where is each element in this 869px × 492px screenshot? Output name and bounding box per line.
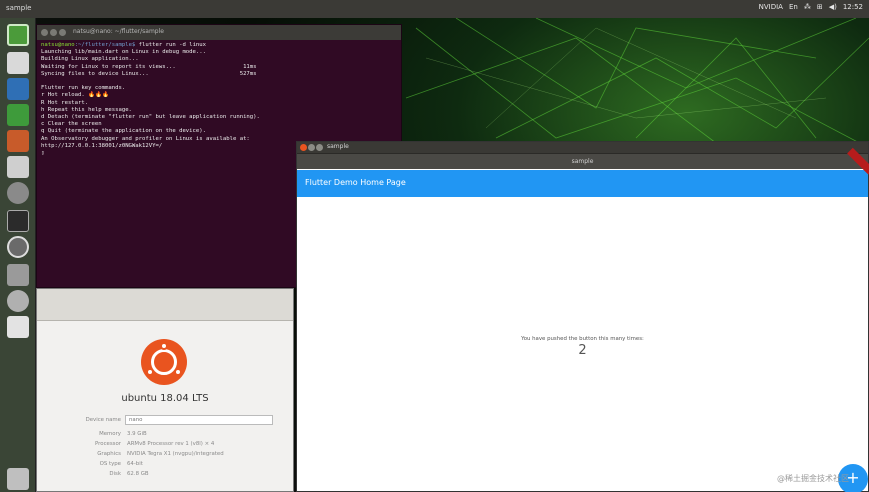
terminal-command: flutter run -d linux (135, 42, 207, 48)
terminal-line: Flutter run key commands. (41, 85, 126, 92)
device-name-label: Device name (85, 417, 121, 423)
info-value: NVIDIA Tegra X1 (nvgpu)/integrated (127, 451, 224, 457)
device-name-field[interactable]: nano (125, 415, 273, 425)
volume-icon[interactable]: ◀) (829, 3, 837, 11)
terminal-line: Launching lib/main.dart on Linux in debu… (41, 49, 207, 56)
info-label: Disk (109, 471, 121, 477)
launcher (0, 18, 36, 492)
terminal-icon[interactable] (7, 210, 29, 232)
window-title: sample (327, 143, 349, 150)
keyboard-indicator[interactable]: En (789, 3, 798, 11)
flutter-titlebar[interactable]: sample (297, 142, 868, 153)
terminal-line: d Detach (terminate "flutter run" but le… (41, 114, 260, 121)
software-icon[interactable] (7, 156, 29, 178)
software-updater-icon[interactable] (7, 236, 29, 258)
settings-icon[interactable] (7, 182, 29, 204)
terminal-line: Building Linux application... (41, 56, 139, 63)
counter-message: You have pushed the button this many tim… (521, 336, 644, 342)
info-label: OS type (99, 461, 121, 467)
maximize-icon[interactable] (59, 29, 66, 36)
app-bar-title: Flutter Demo Home Page (305, 178, 406, 187)
close-icon[interactable] (300, 144, 307, 151)
info-label: Graphics (97, 451, 121, 457)
help-icon[interactable] (7, 264, 29, 286)
calc-icon[interactable] (7, 104, 29, 126)
terminal-line: q Quit (terminate the application on the… (41, 128, 207, 135)
prompt-user: natsu@nano (41, 42, 75, 48)
minimize-icon[interactable] (50, 29, 57, 36)
drive-icon[interactable] (7, 316, 29, 338)
watermark: @稀土掘金技术社区 (777, 474, 849, 483)
terminal-line: h Repeat this help message. (41, 106, 132, 113)
top-panel: sample NVIDIA En ⁂ ⊞ ◀) 12:52 (0, 0, 869, 18)
flutter-app-window[interactable]: sample sample Flutter Demo Home Page You… (296, 141, 869, 492)
info-value: 62.8 GB (127, 471, 149, 477)
info-label: Processor (95, 441, 121, 447)
terminal-title: natsu@nano: ~/flutter/sample (73, 28, 164, 35)
active-app-title: sample (6, 4, 32, 12)
headerbar-title: sample (571, 158, 594, 165)
minimize-icon[interactable] (308, 144, 315, 151)
dash-icon[interactable] (7, 24, 29, 46)
writer-icon[interactable] (7, 78, 29, 100)
terminal-line: c Clear the screen (41, 121, 102, 128)
about-headerbar[interactable] (37, 289, 293, 321)
close-icon[interactable] (41, 29, 48, 36)
counter-value: 2 (578, 343, 587, 358)
app-bar: Flutter Demo Home Page (297, 170, 868, 197)
info-value: ARMv8 Processor rev 1 (v8l) × 4 (127, 441, 215, 447)
terminal-line: R Hot restart. (41, 99, 89, 106)
indicator-area: NVIDIA En ⁂ ⊞ ◀) 12:52 (759, 3, 863, 11)
info-value: 3.9 GiB (127, 431, 147, 437)
about-window[interactable]: ubuntu 18.04 LTS Device name nano Memory… (36, 288, 294, 492)
maximize-icon[interactable] (316, 144, 323, 151)
terminal-line: An Observatory debugger and profiler on … (41, 135, 250, 142)
trash-icon[interactable] (7, 468, 29, 490)
network-icon[interactable]: ⊞ (817, 3, 823, 11)
system-settings-icon[interactable] (7, 290, 29, 312)
clock[interactable]: 12:52 (843, 3, 863, 11)
ubuntu-logo-icon (141, 339, 187, 385)
info-value: 64-bit (127, 461, 143, 467)
impress-icon[interactable] (7, 130, 29, 152)
prompt-path: :~/flutter/sample$ (74, 42, 136, 48)
terminal-line: Waiting for Linux to report its views...… (41, 63, 257, 70)
terminal-line: Syncing files to device Linux... 527ms (41, 70, 257, 77)
nvidia-indicator[interactable]: NVIDIA (759, 3, 783, 11)
info-label: Memory (99, 431, 121, 437)
os-name: ubuntu 18.04 LTS (121, 393, 209, 404)
terminal-line: r Hot reload. 🔥🔥🔥 (41, 92, 110, 99)
files-icon[interactable] (7, 52, 29, 74)
terminal-titlebar[interactable]: natsu@nano: ~/flutter/sample (37, 25, 401, 40)
flutter-headerbar[interactable]: sample (297, 153, 868, 169)
terminal-line: http://127.0.0.1:38001/z0NGWak12VY=/ (41, 142, 163, 149)
bluetooth-icon[interactable]: ⁂ (804, 3, 811, 11)
terminal-cursor: ▯ (41, 150, 45, 157)
